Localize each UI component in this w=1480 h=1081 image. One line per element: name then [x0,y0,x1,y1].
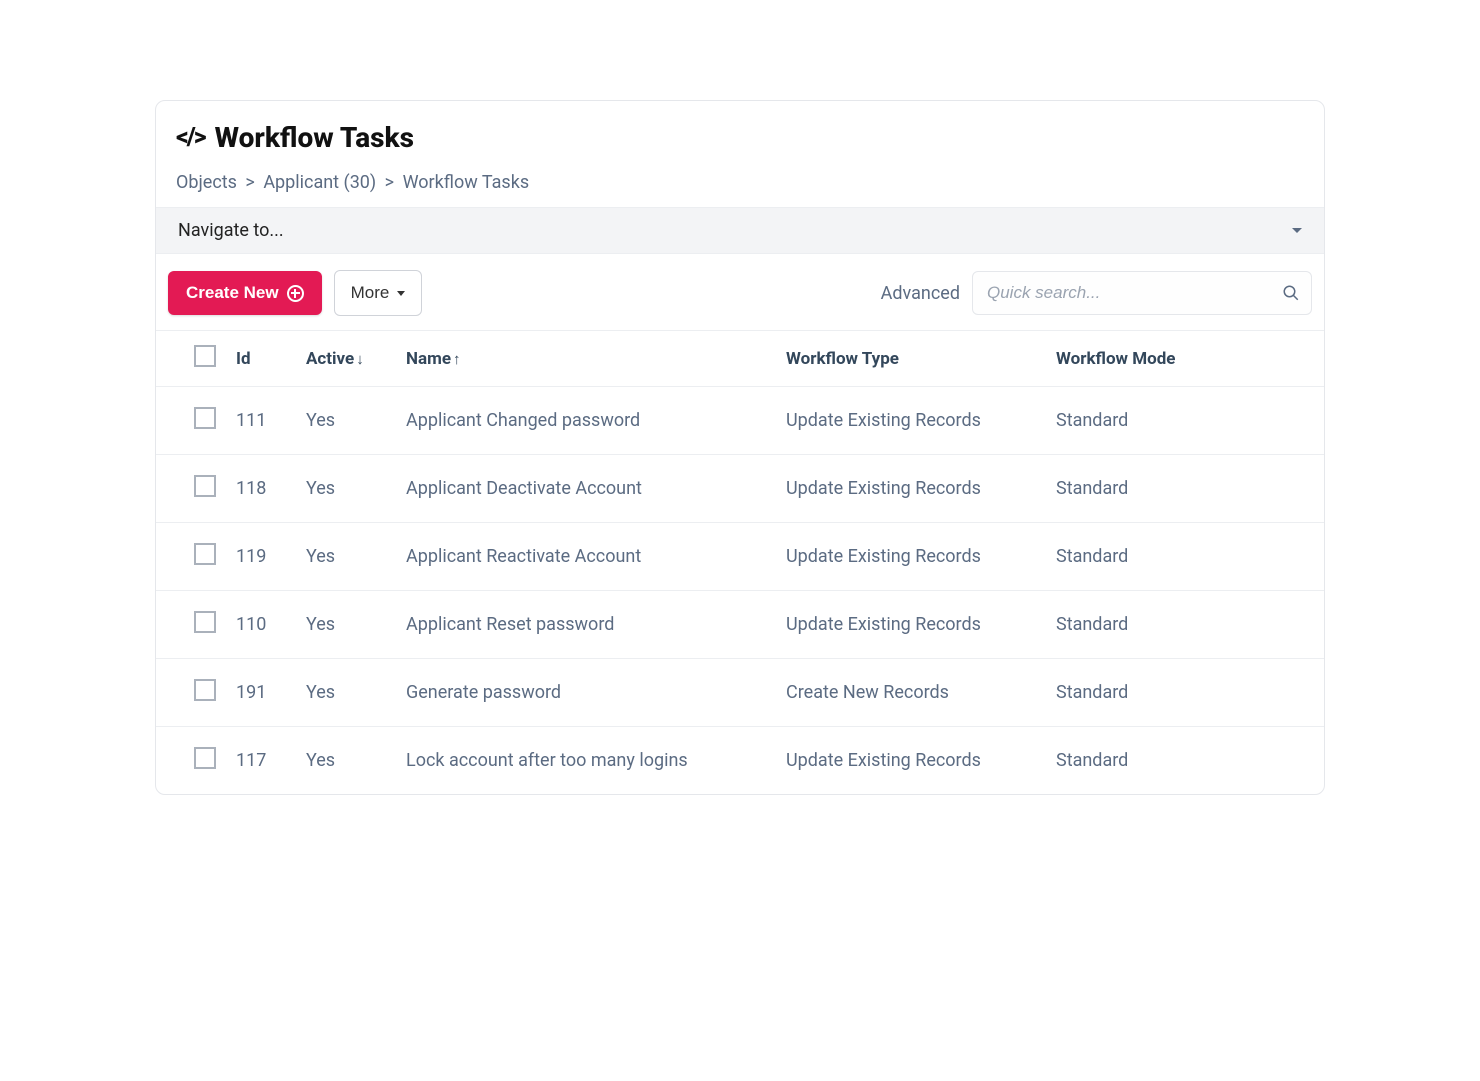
table-row[interactable]: 110 Yes Applicant Reset password Update … [156,591,1324,659]
select-all-checkbox[interactable] [194,345,216,367]
table-row[interactable]: 111 Yes Applicant Changed password Updat… [156,387,1324,455]
column-header-active[interactable]: Active↓ [296,331,396,387]
create-new-button[interactable]: Create New [168,271,322,315]
cell-type: Create New Records [776,659,1046,727]
advanced-link[interactable]: Advanced [881,283,960,304]
cell-active: Yes [296,455,396,523]
cell-type: Update Existing Records [776,387,1046,455]
cell-type: Update Existing Records [776,455,1046,523]
search-input[interactable] [972,271,1312,315]
sort-up-icon: ↑ [453,350,461,368]
breadcrumb-separator: > [245,172,254,193]
cell-checkbox [156,455,226,523]
table-row[interactable]: 118 Yes Applicant Deactivate Account Upd… [156,455,1324,523]
cell-id: 110 [226,591,296,659]
breadcrumb-item-workflow-tasks[interactable]: Workflow Tasks [403,172,530,193]
cell-id: 111 [226,387,296,455]
table-header-row: Id Active↓ Name↑ Workflow Type Workflow … [156,331,1324,387]
cell-checkbox [156,591,226,659]
cell-active: Yes [296,727,396,795]
cell-id: 118 [226,455,296,523]
cell-id: 191 [226,659,296,727]
breadcrumb-item-applicant[interactable]: Applicant (30) [263,172,376,193]
header: </> Workflow Tasks Objects > Applicant (… [156,101,1324,207]
row-checkbox[interactable] [194,747,216,769]
cell-active: Yes [296,387,396,455]
navigate-placeholder: Navigate to... [178,220,284,241]
cell-active: Yes [296,659,396,727]
row-checkbox[interactable] [194,407,216,429]
cell-mode: Standard [1046,591,1324,659]
row-checkbox[interactable] [194,475,216,497]
plus-circle-icon [287,285,304,302]
cell-checkbox [156,727,226,795]
caret-down-icon [397,291,405,296]
cell-type: Update Existing Records [776,523,1046,591]
cell-name: Applicant Changed password [396,387,776,455]
cell-checkbox [156,523,226,591]
breadcrumb: Objects > Applicant (30) > Workflow Task… [176,172,1304,193]
more-label: More [351,283,390,303]
cell-checkbox [156,659,226,727]
cell-mode: Standard [1046,727,1324,795]
cell-mode: Standard [1046,659,1324,727]
row-checkbox[interactable] [194,543,216,565]
create-new-label: Create New [186,283,279,303]
column-header-mode[interactable]: Workflow Mode [1046,331,1324,387]
cell-name: Applicant Reset password [396,591,776,659]
cell-name: Applicant Deactivate Account [396,455,776,523]
cell-mode: Standard [1046,523,1324,591]
workflow-table: Id Active↓ Name↑ Workflow Type Workflow … [156,331,1324,794]
breadcrumb-separator: > [385,172,394,193]
more-button[interactable]: More [334,270,423,316]
toolbar: Create New More Advanced [156,254,1324,331]
column-header-id[interactable]: Id [226,331,296,387]
cell-name: Applicant Reactivate Account [396,523,776,591]
column-select-all [156,331,226,387]
column-header-type[interactable]: Workflow Type [776,331,1046,387]
sort-down-icon: ↓ [356,350,364,368]
page-title: Workflow Tasks [215,121,414,154]
row-checkbox[interactable] [194,611,216,633]
navigate-dropdown[interactable]: Navigate to... [156,207,1324,254]
column-header-id-label: Id [236,349,251,369]
column-header-name-label: Name [406,349,451,369]
title-row: </> Workflow Tasks [176,121,1304,154]
main-card: </> Workflow Tasks Objects > Applicant (… [155,100,1325,795]
table-row[interactable]: 117 Yes Lock account after too many logi… [156,727,1324,795]
cell-id: 119 [226,523,296,591]
cell-type: Update Existing Records [776,727,1046,795]
cell-type: Update Existing Records [776,591,1046,659]
cell-mode: Standard [1046,455,1324,523]
caret-down-icon [1292,228,1302,233]
cell-active: Yes [296,523,396,591]
cell-active: Yes [296,591,396,659]
cell-name: Generate password [396,659,776,727]
cell-checkbox [156,387,226,455]
table-row[interactable]: 191 Yes Generate password Create New Rec… [156,659,1324,727]
cell-mode: Standard [1046,387,1324,455]
code-icon: </> [176,123,205,152]
column-header-active-label: Active [306,349,354,369]
column-header-name[interactable]: Name↑ [396,331,776,387]
search-wrap [972,271,1312,315]
cell-name: Lock account after too many logins [396,727,776,795]
breadcrumb-item-objects[interactable]: Objects [176,172,237,193]
table-row[interactable]: 119 Yes Applicant Reactivate Account Upd… [156,523,1324,591]
cell-id: 117 [226,727,296,795]
row-checkbox[interactable] [194,679,216,701]
